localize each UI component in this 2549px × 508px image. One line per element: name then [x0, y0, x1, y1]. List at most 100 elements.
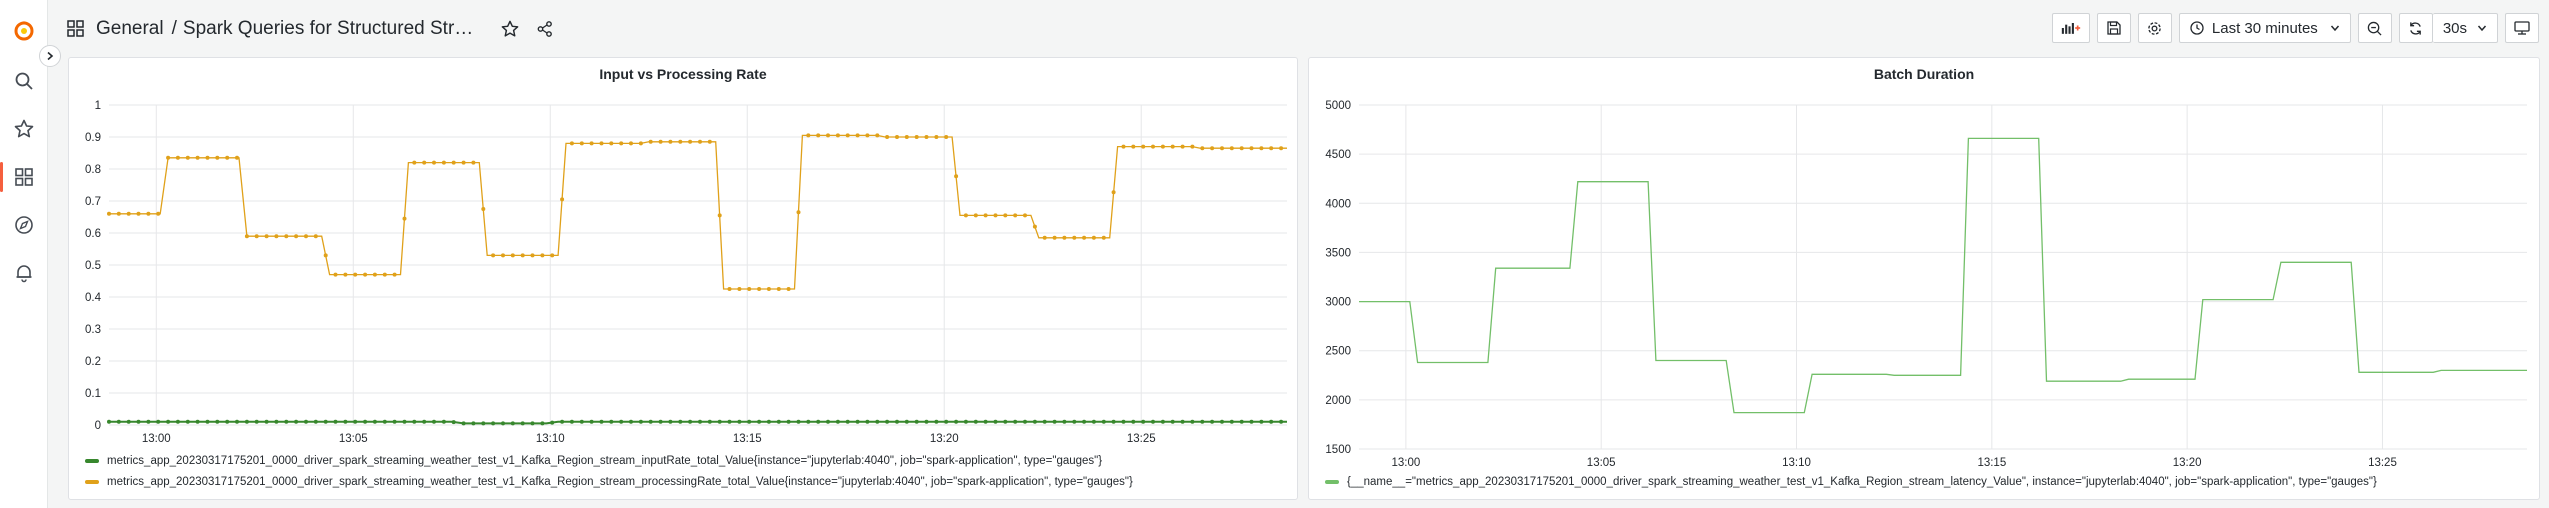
series-point — [402, 216, 407, 221]
series-point — [806, 133, 811, 138]
series-point — [107, 419, 111, 424]
series-point — [333, 419, 338, 424]
tv-mode-button[interactable] — [2505, 13, 2539, 43]
breadcrumb-separator: / — [171, 17, 177, 39]
legend-item-input-rate[interactable]: metrics_app_20230317175201_0000_driver_s… — [85, 455, 1102, 467]
series-point — [1190, 419, 1195, 424]
series-point — [215, 419, 220, 424]
series-point — [668, 139, 673, 144]
series-point — [432, 419, 436, 424]
series-point — [963, 419, 968, 424]
grafana-logo-icon[interactable] — [11, 18, 36, 43]
series-point — [1229, 146, 1234, 151]
series-point — [983, 213, 988, 218]
share-icon[interactable] — [537, 20, 553, 37]
dashboards-icon[interactable] — [11, 164, 36, 189]
series-point — [569, 419, 574, 424]
series-point — [579, 141, 584, 146]
series-point — [599, 419, 604, 424]
star-outline-icon[interactable] — [501, 20, 519, 38]
y-tick-label: 3500 — [1325, 247, 1351, 259]
star-icon[interactable] — [11, 116, 36, 141]
series-point — [372, 419, 377, 424]
series-point — [1072, 419, 1077, 424]
series-point — [274, 419, 279, 424]
series-point — [895, 135, 899, 139]
series-point — [126, 419, 131, 424]
series-point — [422, 419, 427, 424]
series-point — [126, 211, 131, 216]
active-indicator — [0, 162, 3, 192]
series-point — [707, 419, 712, 424]
legend-label: metrics_app_20230317175201_0000_driver_s… — [107, 476, 1133, 488]
refresh-button[interactable] — [2398, 13, 2433, 43]
series-point — [501, 421, 505, 426]
series-point — [461, 421, 466, 426]
alerting-icon[interactable] — [11, 260, 36, 285]
legend-item-latency[interactable]: {__name__="metrics_app_20230317175201_00… — [1325, 476, 2377, 488]
dashboard-title[interactable]: Spark Queries for Structured Streami... — [183, 18, 483, 40]
expand-sidebar-button[interactable] — [39, 45, 61, 67]
series-point — [1160, 144, 1165, 149]
series-point — [1269, 419, 1274, 424]
series-point — [461, 160, 466, 165]
series-point — [372, 272, 377, 277]
y-tick-label: 1500 — [1325, 444, 1351, 456]
series-point — [1151, 419, 1155, 424]
series-point — [796, 419, 801, 424]
y-tick-label: 2500 — [1325, 346, 1351, 358]
x-tick-label: 13:00 — [1391, 457, 1420, 469]
zoom-out-button[interactable] — [2357, 13, 2392, 43]
series-point — [816, 419, 821, 424]
series-point — [382, 272, 387, 277]
series-point — [1111, 419, 1116, 424]
series-point — [1180, 419, 1185, 424]
series-point — [146, 211, 151, 216]
series-point — [1229, 419, 1234, 424]
series-point — [865, 419, 870, 424]
series-point — [658, 139, 663, 144]
save-dashboard-button[interactable] — [2096, 13, 2131, 43]
dashboard-settings-button[interactable] — [2137, 13, 2172, 43]
y-tick-label: 3000 — [1325, 297, 1351, 309]
x-tick-label: 13:25 — [2368, 457, 2397, 469]
series-point — [451, 420, 456, 425]
legend-item-processing-rate[interactable]: metrics_app_20230317175201_0000_driver_s… — [85, 476, 1133, 488]
series-point — [698, 419, 702, 424]
series-point — [432, 160, 436, 165]
series-point — [944, 419, 949, 424]
explore-icon[interactable] — [11, 212, 36, 237]
breadcrumb-folder[interactable]: General — [96, 18, 164, 40]
series-point — [678, 419, 683, 424]
series-point — [757, 419, 762, 424]
series-point — [1170, 419, 1175, 424]
series-point — [1003, 213, 1008, 218]
series-point — [855, 133, 860, 138]
series-point — [313, 419, 318, 424]
series-point — [422, 160, 427, 165]
refresh-icon — [2410, 21, 2422, 35]
tv-icon — [2514, 21, 2530, 35]
x-tick-label: 13:15 — [733, 433, 762, 445]
time-range-picker[interactable]: Last 30 minutes — [2178, 13, 2351, 43]
series-point — [175, 419, 180, 424]
search-icon[interactable] — [11, 68, 36, 93]
series-point — [343, 419, 348, 424]
series-point — [678, 139, 683, 144]
series-point — [806, 419, 811, 424]
series-point — [481, 421, 486, 426]
series-point — [914, 135, 919, 139]
series-point — [1013, 419, 1018, 424]
series-point — [1101, 235, 1106, 240]
series-point — [264, 234, 269, 239]
series-point — [520, 421, 525, 426]
series-point — [1259, 419, 1264, 424]
legend-swatch — [85, 459, 99, 463]
series-point — [1013, 213, 1018, 218]
add-panel-button[interactable] — [2051, 13, 2090, 43]
series-point — [412, 419, 417, 424]
x-tick-label: 13:05 — [1587, 457, 1616, 469]
x-tick-label: 13:05 — [339, 433, 368, 445]
refresh-interval-picker[interactable]: 30s — [2432, 13, 2498, 43]
breadcrumb: General / Spark Queries for Structured S… — [67, 18, 483, 40]
